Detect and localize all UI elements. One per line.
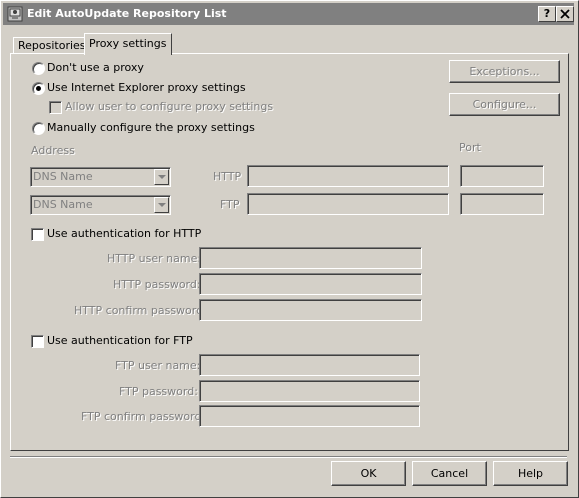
- ftp-auth-label[interactable]: Use authentication for FTP: [47, 334, 193, 347]
- ftp-address-field[interactable]: [247, 193, 449, 215]
- close-title-button[interactable]: [556, 6, 574, 22]
- ftp-port-field[interactable]: [460, 193, 544, 215]
- http-address-type-select[interactable]: DNS Name: [30, 167, 171, 187]
- exceptions-button[interactable]: Exceptions...: [449, 60, 560, 83]
- http-auth-label[interactable]: Use authentication for HTTP: [47, 227, 201, 240]
- tab-proxy-settings[interactable]: Proxy settings: [84, 33, 172, 55]
- http-password-field[interactable]: [199, 273, 422, 295]
- ftp-address-type-value: DNS Name: [33, 198, 93, 211]
- ok-button[interactable]: OK: [331, 461, 406, 486]
- ftp-user-field[interactable]: [199, 354, 420, 376]
- help-title-button[interactable]: ?: [538, 6, 556, 22]
- http-address-type-value: DNS Name: [33, 170, 93, 183]
- app-icon: [7, 6, 23, 22]
- cancel-button[interactable]: Cancel: [412, 461, 487, 486]
- http-password-label: HTTP password:: [113, 278, 201, 291]
- http-auth-checkbox[interactable]: [31, 228, 44, 241]
- allow-user-label: Allow user to configure proxy settings: [65, 100, 274, 113]
- ftp-password-label: FTP password:: [119, 385, 198, 398]
- configure-button[interactable]: Configure...: [449, 93, 560, 116]
- manual-proxy-radio[interactable]: [32, 122, 45, 135]
- http-user-label: HTTP user name:: [107, 252, 202, 265]
- ie-proxy-radio[interactable]: [32, 82, 45, 95]
- ftp-address-label: FTP: [220, 198, 240, 211]
- no-proxy-radio[interactable]: [32, 62, 45, 75]
- help-button[interactable]: Help: [493, 461, 568, 486]
- http-confirm-label: HTTP confirm password:: [74, 304, 207, 317]
- ftp-user-label: FTP user name:: [115, 359, 201, 372]
- http-confirm-field[interactable]: [199, 299, 422, 321]
- ftp-address-type-select[interactable]: DNS Name: [30, 195, 171, 215]
- address-header: Address: [31, 144, 75, 157]
- ftp-auth-checkbox[interactable]: [31, 335, 44, 348]
- chevron-down-icon[interactable]: [154, 197, 169, 213]
- http-address-label: HTTP: [213, 170, 242, 183]
- port-header: Port: [459, 141, 481, 154]
- no-proxy-label[interactable]: Don't use a proxy: [47, 61, 144, 74]
- http-address-field[interactable]: [247, 165, 449, 187]
- ftp-confirm-field[interactable]: [199, 405, 420, 427]
- title-bar[interactable]: Edit AutoUpdate Repository List ?: [3, 3, 574, 25]
- footer-divider: [10, 456, 567, 458]
- tab-repositories[interactable]: Repositories: [13, 37, 91, 54]
- ftp-confirm-label: FTP confirm password:: [81, 410, 206, 423]
- http-user-field[interactable]: [199, 247, 422, 269]
- ftp-password-field[interactable]: [199, 380, 420, 402]
- chevron-down-icon[interactable]: [154, 169, 169, 185]
- window-title: Edit AutoUpdate Repository List: [27, 7, 227, 20]
- manual-proxy-label[interactable]: Manually configure the proxy settings: [47, 121, 255, 134]
- http-port-field[interactable]: [460, 165, 544, 187]
- ie-proxy-label[interactable]: Use Internet Explorer proxy settings: [47, 81, 246, 94]
- allow-user-checkbox[interactable]: [49, 101, 62, 114]
- close-icon: [560, 9, 570, 19]
